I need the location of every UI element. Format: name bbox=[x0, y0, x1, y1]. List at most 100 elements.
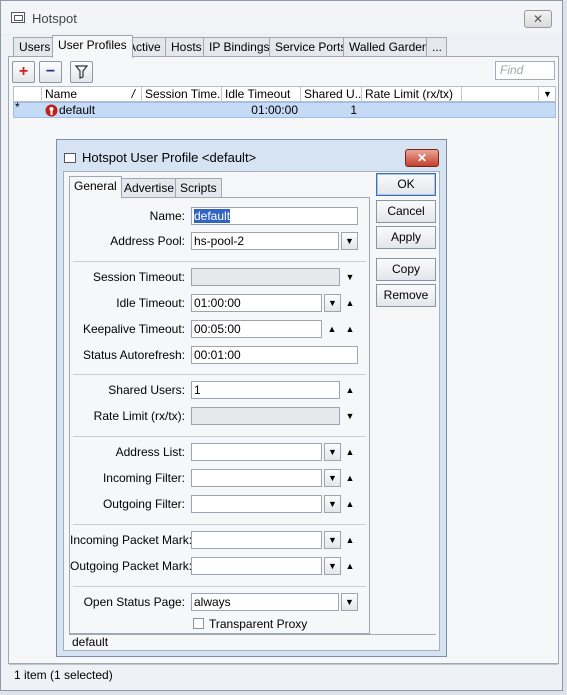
shared-users-collapse-icon[interactable]: ▲ bbox=[344, 381, 356, 399]
incoming-filter-label: Incoming Filter: bbox=[102, 471, 185, 485]
address-list-field[interactable] bbox=[191, 443, 322, 461]
tab-general[interactable]: General bbox=[69, 176, 122, 198]
address-list-collapse-icon[interactable]: ▲ bbox=[344, 443, 356, 461]
sort-indicator: / bbox=[131, 87, 135, 101]
minus-icon: − bbox=[45, 63, 56, 80]
tab-scripts[interactable]: Scripts bbox=[175, 178, 222, 197]
idle-timeout-collapse-icon[interactable]: ▲ bbox=[344, 294, 356, 312]
row-marker: * bbox=[15, 100, 20, 114]
outgoing-packet-mark-label: Outgoing Packet Mark: bbox=[70, 559, 193, 573]
outgoing-filter-field[interactable] bbox=[191, 495, 322, 513]
name-label: Name: bbox=[149, 209, 185, 223]
column-rate-limit[interactable]: Rate Limit (rx/tx) bbox=[362, 87, 462, 102]
status-autorefresh-field[interactable]: 00:01:00 bbox=[191, 346, 358, 364]
idle-timeout-dropdown[interactable]: ▼ bbox=[324, 294, 341, 312]
apply-button[interactable]: Apply bbox=[376, 226, 436, 249]
user-profile-dialog: Hotspot User Profile <default> ✕ General… bbox=[56, 139, 447, 657]
session-timeout-field[interactable] bbox=[191, 268, 340, 286]
status-autorefresh-label: Status Autorefresh: bbox=[82, 348, 185, 362]
table-header: Name / Session Time... Idle Timeout Share… bbox=[13, 86, 556, 102]
keepalive-timeout-up-icon[interactable]: ▲ bbox=[326, 320, 338, 338]
column-shared-users[interactable]: Shared U... bbox=[301, 87, 362, 102]
shared-users-field[interactable]: 1 bbox=[191, 381, 340, 399]
column-idle-timeout[interactable]: Idle Timeout bbox=[222, 87, 301, 102]
incoming-packet-mark-collapse-icon[interactable]: ▲ bbox=[344, 531, 356, 549]
address-pool-field[interactable]: hs-pool-2 bbox=[191, 232, 339, 250]
cancel-button[interactable]: Cancel bbox=[376, 200, 436, 223]
rate-limit-expand-icon[interactable]: ▼ bbox=[344, 407, 356, 425]
keepalive-timeout-label: Keepalive Timeout: bbox=[82, 322, 185, 336]
keepalive-timeout-collapse-icon[interactable]: ▲ bbox=[344, 320, 356, 338]
incoming-packet-mark-field[interactable] bbox=[191, 531, 322, 549]
tab-service-ports[interactable]: Service Ports bbox=[269, 37, 353, 57]
dialog-titlebar[interactable]: Hotspot User Profile <default> bbox=[64, 150, 256, 165]
tab-ip-bindings[interactable]: IP Bindings bbox=[203, 37, 276, 57]
dialog-status-bar: default bbox=[69, 634, 436, 649]
open-status-page-dropdown[interactable]: ▼ bbox=[341, 593, 358, 611]
incoming-filter-dropdown[interactable]: ▼ bbox=[324, 469, 341, 487]
incoming-packet-mark-label: Incoming Packet Mark: bbox=[70, 533, 193, 547]
separator bbox=[73, 436, 366, 437]
column-name[interactable]: Name / bbox=[42, 87, 142, 102]
tab-hosts[interactable]: Hosts bbox=[165, 37, 208, 57]
address-pool-dropdown[interactable]: ▼ bbox=[341, 232, 358, 250]
profile-icon bbox=[45, 104, 58, 119]
name-field[interactable]: default bbox=[191, 207, 358, 225]
ok-button[interactable]: OK bbox=[376, 173, 436, 196]
dialog-title: Hotspot User Profile <default> bbox=[82, 150, 257, 165]
separator bbox=[73, 261, 366, 262]
outgoing-packet-mark-collapse-icon[interactable]: ▲ bbox=[344, 557, 356, 575]
incoming-packet-mark-dropdown[interactable]: ▼ bbox=[324, 531, 341, 549]
idle-timeout-label: Idle Timeout: bbox=[116, 296, 185, 310]
tab-advertise[interactable]: Advertise bbox=[119, 178, 180, 197]
add-button[interactable]: + bbox=[12, 61, 35, 83]
rate-limit-field[interactable] bbox=[191, 407, 340, 425]
row-shared-users: 1 bbox=[350, 103, 357, 117]
tab-users[interactable]: Users bbox=[13, 37, 57, 57]
separator bbox=[73, 374, 366, 375]
incoming-filter-collapse-icon[interactable]: ▲ bbox=[344, 469, 356, 487]
table-row[interactable]: * default 01:00:00 1 bbox=[13, 100, 556, 119]
window-title: Hotspot bbox=[32, 11, 77, 26]
separator bbox=[73, 586, 366, 587]
address-list-dropdown[interactable]: ▼ bbox=[324, 443, 341, 461]
tab-user-profiles[interactable]: User Profiles bbox=[52, 35, 133, 58]
column-chooser-icon[interactable]: ▼ bbox=[538, 87, 556, 102]
shared-users-label: Shared Users: bbox=[108, 383, 185, 397]
transparent-proxy-label: Transparent Proxy bbox=[209, 617, 308, 631]
copy-button[interactable]: Copy bbox=[376, 258, 436, 281]
dialog-window-icon bbox=[64, 153, 76, 163]
outgoing-packet-mark-field[interactable] bbox=[191, 557, 322, 575]
plus-icon: + bbox=[18, 63, 29, 80]
column-session-timeout[interactable]: Session Time... bbox=[142, 87, 222, 102]
filter-button[interactable] bbox=[70, 61, 93, 83]
incoming-filter-field[interactable] bbox=[191, 469, 322, 487]
remove-button[interactable]: − bbox=[39, 61, 62, 83]
idle-timeout-field[interactable]: 01:00:00 bbox=[191, 294, 322, 312]
remove-profile-button[interactable]: Remove bbox=[376, 284, 436, 307]
outgoing-filter-collapse-icon[interactable]: ▲ bbox=[344, 495, 356, 513]
tab-walled-garden[interactable]: Walled Garden bbox=[343, 37, 435, 57]
separator bbox=[73, 524, 366, 525]
filter-icon bbox=[74, 65, 89, 79]
transparent-proxy-checkbox[interactable] bbox=[193, 618, 204, 629]
keepalive-timeout-field[interactable]: 00:05:00 bbox=[191, 320, 322, 338]
row-idle-timeout: 01:00:00 bbox=[251, 103, 298, 117]
window-icon bbox=[11, 12, 25, 23]
outgoing-packet-mark-dropdown[interactable]: ▼ bbox=[324, 557, 341, 575]
dialog-close-button[interactable]: ✕ bbox=[405, 149, 439, 167]
outgoing-filter-dropdown[interactable]: ▼ bbox=[324, 495, 341, 513]
general-form: Name: default Address Pool: hs-pool-2 ▼ … bbox=[69, 197, 370, 634]
open-status-page-label: Open Status Page: bbox=[83, 595, 185, 609]
open-status-page-field[interactable]: always bbox=[191, 593, 339, 611]
outgoing-filter-label: Outgoing Filter: bbox=[102, 497, 185, 511]
window-titlebar[interactable]: Hotspot ✕ bbox=[1, 1, 562, 33]
session-timeout-label: Session Timeout: bbox=[92, 270, 185, 284]
session-timeout-expand-icon[interactable]: ▼ bbox=[344, 268, 356, 286]
window-close-button[interactable]: ✕ bbox=[524, 10, 552, 28]
tab-more[interactable]: ... bbox=[426, 37, 447, 57]
find-input[interactable]: Find bbox=[495, 61, 555, 80]
address-list-label: Address List: bbox=[115, 445, 185, 459]
address-pool-label: Address Pool: bbox=[110, 234, 185, 248]
row-name: default bbox=[59, 103, 96, 117]
